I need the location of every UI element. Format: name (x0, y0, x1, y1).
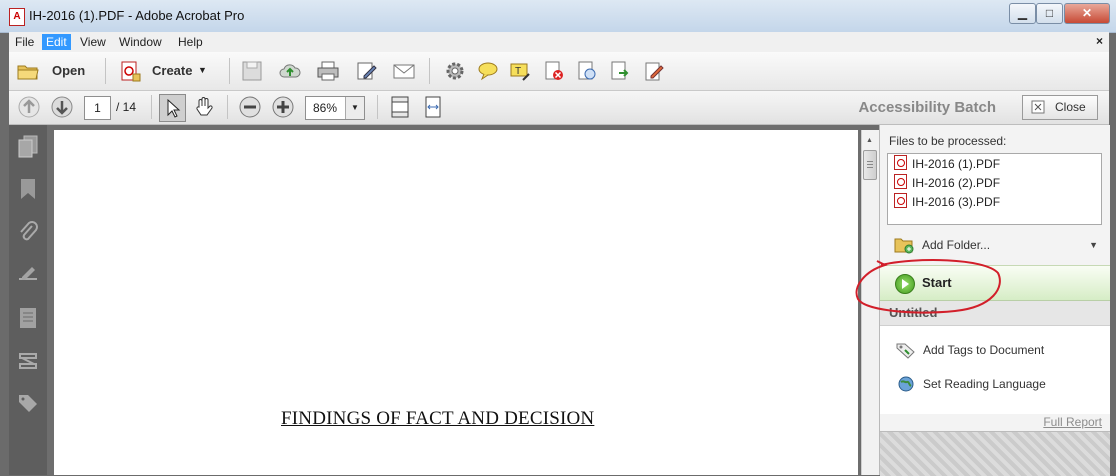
title-bar: A IH-2016 (1).PDF - Adobe Acrobat Pro ▁ … (0, 0, 1116, 33)
file-name: IH-2016 (3).PDF (912, 195, 1001, 209)
signatures-icon[interactable] (17, 263, 39, 287)
svg-text:T: T (515, 66, 521, 77)
pdf-file-icon (894, 174, 907, 189)
document-close-icon[interactable]: × (1096, 34, 1103, 48)
chevron-down-icon: ▼ (198, 65, 207, 75)
add-folder-icon (894, 238, 914, 254)
accessibility-batch-title: Accessibility Batch (858, 99, 996, 116)
zoom-level-select[interactable]: 86% ▼ (305, 96, 365, 120)
order-icon[interactable] (17, 349, 39, 373)
close-panel-button[interactable]: Close (1022, 95, 1098, 120)
upload-cloud-icon[interactable] (279, 60, 301, 82)
bookmarks-icon[interactable] (17, 177, 39, 201)
menu-bar: File Edit View Window Help × (9, 32, 1109, 53)
maximize-button[interactable]: □ (1036, 3, 1063, 24)
content-icon[interactable] (17, 306, 39, 330)
sign-document-icon[interactable] (643, 60, 665, 82)
minimize-button[interactable]: ▁ (1009, 3, 1036, 24)
cursor-arrow-icon (167, 98, 181, 118)
grip-icon (867, 161, 873, 162)
zoom-value: 86% (313, 101, 338, 115)
action-label: Add Tags to Document (923, 343, 1045, 357)
separator (229, 58, 230, 84)
chevron-down-icon: ▼ (345, 97, 364, 119)
create-button[interactable]: Create ▼ (119, 58, 211, 84)
create-pdf-icon (121, 61, 141, 82)
files-list[interactable]: IH-2016 (1).PDF IH-2016 (2).PDF IH-2016 … (887, 153, 1102, 225)
separator (429, 58, 430, 84)
menu-edit[interactable]: Edit (42, 34, 71, 50)
fit-width-icon[interactable] (422, 96, 444, 118)
select-tool-button[interactable] (159, 94, 186, 122)
folder-icon (17, 65, 39, 80)
pdf-file-icon (894, 155, 907, 170)
globe-icon (898, 376, 914, 392)
separator (151, 95, 152, 119)
window-title: IH-2016 (1).PDF - Adobe Acrobat Pro (29, 8, 245, 23)
tags-icon[interactable] (17, 391, 39, 415)
close-icon (1031, 100, 1045, 114)
full-report-link[interactable]: Full Report (1043, 415, 1102, 429)
separator (227, 95, 228, 119)
chevron-down-icon[interactable]: ▼ (1089, 240, 1098, 250)
document-page[interactable]: FINDINGS OF FACT AND DECISION (54, 130, 858, 475)
settings-gear-icon[interactable] (444, 60, 466, 82)
tag-icon (896, 343, 915, 359)
action-list: Add Tags to Document Set Reading Languag… (880, 326, 1110, 414)
zoom-out-icon[interactable] (239, 96, 261, 118)
menu-file[interactable]: File (11, 34, 38, 50)
hand-tool-icon[interactable] (193, 96, 215, 118)
separator (377, 95, 378, 119)
file-list-item[interactable]: IH-2016 (3).PDF (894, 193, 1000, 211)
edit-form-icon[interactable] (356, 60, 378, 82)
document-heading: FINDINGS OF FACT AND DECISION (281, 408, 595, 429)
close-label: Close (1055, 100, 1086, 114)
navigation-toolbar: 1 / 14 86% ▼ Accessibility Batch Close (9, 91, 1109, 125)
page-total: / 14 (116, 100, 137, 114)
action-label: Set Reading Language (923, 377, 1046, 391)
page-number-input[interactable]: 1 (84, 96, 111, 120)
scrollbar-thumb[interactable] (863, 150, 877, 180)
file-list-item[interactable]: IH-2016 (1).PDF (894, 155, 1000, 173)
add-folder-label: Add Folder... (922, 238, 991, 252)
menu-help[interactable]: Help (174, 34, 207, 50)
fit-page-icon[interactable] (389, 96, 411, 118)
email-icon[interactable] (393, 60, 415, 82)
page-thumbnails-icon[interactable] (17, 135, 39, 159)
next-page-icon[interactable] (51, 96, 73, 118)
panel-footer (880, 431, 1110, 476)
print-icon[interactable] (317, 60, 339, 82)
pdf-file-icon (894, 193, 907, 208)
acrobat-app-icon: A (9, 8, 25, 26)
redact-icon[interactable] (543, 60, 565, 82)
annotation-circle (855, 259, 1001, 314)
combine-files-icon[interactable] (576, 60, 598, 82)
zoom-in-icon[interactable] (272, 96, 294, 118)
file-list-item[interactable]: IH-2016 (2).PDF (894, 174, 1000, 192)
comment-icon[interactable] (477, 60, 499, 82)
window-close-button[interactable]: ✕ (1064, 3, 1110, 24)
files-to-process-label: Files to be processed: (889, 134, 1007, 148)
save-icon[interactable] (241, 60, 263, 82)
menu-view[interactable]: View (76, 34, 110, 50)
attachments-icon[interactable] (17, 220, 39, 244)
open-button[interactable]: Open (15, 58, 95, 84)
create-label: Create (152, 63, 193, 78)
main-toolbar: Open Create ▼ T (9, 52, 1109, 91)
open-label: Open (52, 63, 86, 78)
scroll-up-icon[interactable]: ▲ (866, 137, 873, 144)
navigation-pane (9, 125, 47, 475)
previous-page-icon[interactable] (18, 96, 40, 118)
separator (105, 58, 106, 84)
highlight-text-icon[interactable]: T (509, 60, 531, 82)
file-name: IH-2016 (1).PDF (912, 157, 1001, 171)
export-icon[interactable] (609, 60, 631, 82)
file-name: IH-2016 (2).PDF (912, 176, 1001, 190)
menu-window[interactable]: Window (115, 34, 166, 50)
